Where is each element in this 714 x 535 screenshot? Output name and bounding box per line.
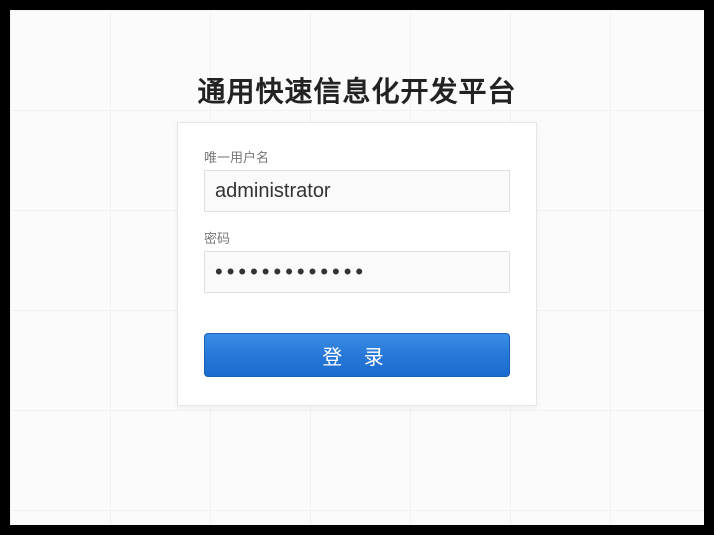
login-button[interactable]: 登 录 xyxy=(204,333,510,377)
login-card: 唯一用户名 密码 登 录 xyxy=(177,122,537,406)
username-label: 唯一用户名 xyxy=(204,147,510,166)
password-group: 密码 xyxy=(204,228,510,293)
password-label: 密码 xyxy=(204,228,510,247)
login-page: 通用快速信息化开发平台 唯一用户名 密码 登 录 xyxy=(10,10,704,525)
username-group: 唯一用户名 xyxy=(204,147,510,212)
page-title: 通用快速信息化开发平台 xyxy=(197,70,516,110)
password-input[interactable] xyxy=(204,251,510,293)
username-input[interactable] xyxy=(204,170,510,212)
